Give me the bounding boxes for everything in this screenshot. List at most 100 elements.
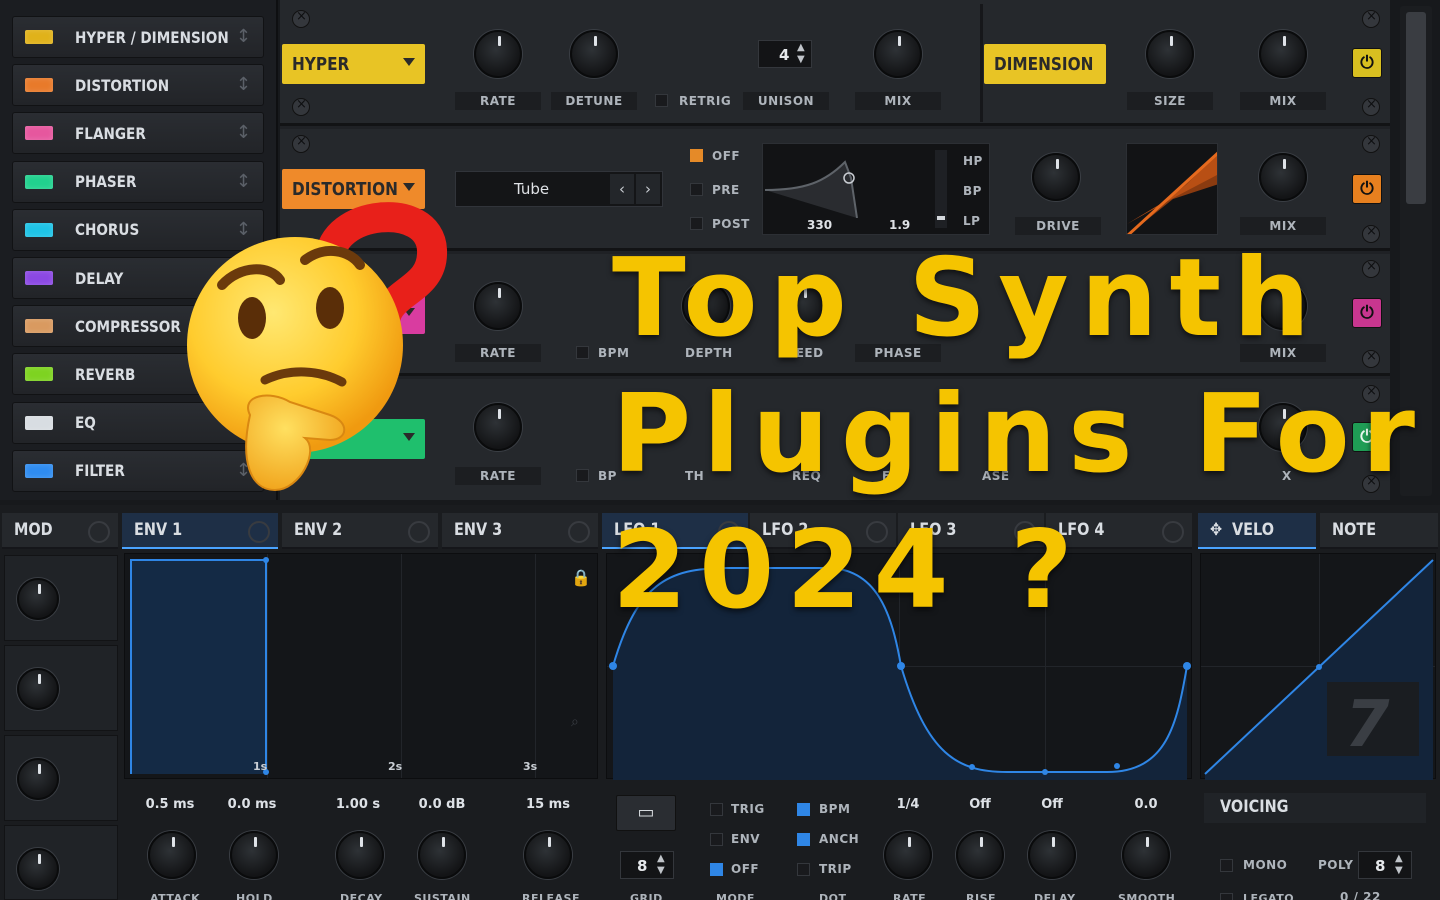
tab-env3[interactable]: ENV 3 xyxy=(442,513,598,549)
stepper-arrows-icon[interactable]: ▲ ▼ xyxy=(797,42,805,66)
mod-knob[interactable] xyxy=(17,848,59,890)
unison-stepper[interactable]: 4 ▲ ▼ xyxy=(758,40,812,68)
flanger-bpm-checkbox[interactable] xyxy=(576,346,589,359)
envelope-graph[interactable]: 1s 2s 3s 🔒 ⌕ xyxy=(124,553,598,779)
panel-close-icon[interactable] xyxy=(1362,97,1380,116)
fx-color-swatch xyxy=(25,78,53,93)
tab-note[interactable]: NOTE xyxy=(1320,513,1438,549)
tab-mod[interactable]: MOD xyxy=(2,513,118,549)
tab-knob-icon xyxy=(568,521,590,543)
fx-list-item[interactable]: FLANGER ↕ xyxy=(12,112,264,155)
flanger-power-icon[interactable]: ⏻ xyxy=(1352,298,1382,328)
phaser-rate-knob[interactable] xyxy=(474,403,522,451)
panel-close-icon[interactable] xyxy=(292,9,310,28)
drag-handle-icon[interactable]: ↕ xyxy=(236,26,251,47)
bpm-checkbox[interactable] xyxy=(797,803,810,816)
chevron-left-icon[interactable]: ‹ xyxy=(610,174,634,204)
time-marker-3s: 3s xyxy=(523,760,538,773)
sustain-value: 0.0 dB xyxy=(418,797,466,812)
env-checkbox[interactable] xyxy=(710,833,723,846)
legato-checkbox[interactable] xyxy=(1220,893,1233,900)
distortion-type-selector[interactable]: Tube ‹ › xyxy=(455,171,663,207)
drag-handle-icon[interactable]: ↕ xyxy=(236,74,251,95)
zoom-icon[interactable]: ⌕ xyxy=(571,714,579,730)
drag-handle-icon[interactable]: ↕ xyxy=(236,171,251,192)
hyper-mix-knob[interactable] xyxy=(874,30,922,78)
off-checkbox[interactable] xyxy=(710,863,723,876)
release-knob[interactable] xyxy=(524,831,572,879)
lfo-delay-knob[interactable] xyxy=(1028,831,1076,879)
mod-slot[interactable] xyxy=(4,825,118,900)
panel-close-icon[interactable] xyxy=(1362,134,1380,153)
tab-env1[interactable]: ENV 1 xyxy=(122,513,278,549)
mod-slot[interactable] xyxy=(4,645,118,731)
drag-handle-icon[interactable]: ↕ xyxy=(236,122,251,143)
poly-stepper[interactable]: 8 ▲ ▼ xyxy=(1358,851,1412,879)
fx-color-swatch xyxy=(25,222,53,237)
distortion-power-icon[interactable]: ⏻ xyxy=(1352,174,1382,204)
lfo-rise-knob[interactable] xyxy=(956,831,1004,879)
lock-icon[interactable]: 🔒 xyxy=(571,568,591,587)
hyper-power-icon[interactable]: ⏻ xyxy=(1352,48,1382,78)
sustain-knob[interactable] xyxy=(418,831,466,879)
dimension-mix-knob[interactable] xyxy=(1259,30,1307,78)
distortion-filter-graph[interactable]: 330 1.9 HP BP LP xyxy=(762,143,990,235)
fx-list-item[interactable]: DISTORTION ↕ xyxy=(12,64,264,107)
hyper-detune-knob[interactable] xyxy=(570,30,618,78)
lfo-rate-knob[interactable] xyxy=(884,831,932,879)
tab-velo[interactable]: ✥ VELO xyxy=(1198,513,1316,549)
flanger-rate-knob[interactable] xyxy=(474,282,522,330)
filter-off-checkbox[interactable] xyxy=(690,149,703,162)
hold-label: HOLD xyxy=(236,892,273,900)
trig-checkbox[interactable] xyxy=(710,803,723,816)
mod-slot[interactable] xyxy=(4,735,118,821)
tab-env2[interactable]: ENV 2 xyxy=(282,513,438,549)
panel-close-icon[interactable] xyxy=(1362,349,1380,368)
tab-knob-icon xyxy=(88,521,110,543)
retrig-label: RETRIG xyxy=(679,94,732,108)
anch-checkbox[interactable] xyxy=(797,833,810,846)
hyper-rate-knob[interactable] xyxy=(474,30,522,78)
mod-slot[interactable] xyxy=(4,555,118,641)
distortion-mix-label: MIX xyxy=(1240,217,1326,235)
mono-checkbox[interactable] xyxy=(1220,859,1233,872)
stepper-arrows-icon[interactable]: ▲ ▼ xyxy=(1395,853,1403,877)
distortion-drive-knob[interactable] xyxy=(1032,153,1080,201)
lfo-smooth-knob[interactable] xyxy=(1122,831,1170,879)
hold-knob[interactable] xyxy=(230,831,278,879)
fx-list-label: COMPRESSOR xyxy=(75,316,181,336)
env-label: ENV xyxy=(731,832,761,846)
mod-knob[interactable] xyxy=(17,578,59,620)
retrig-checkbox[interactable] xyxy=(655,94,668,107)
waveshape-graph xyxy=(1127,151,1217,234)
filter-pre-checkbox[interactable] xyxy=(690,183,703,196)
folder-icon[interactable]: ▭ xyxy=(616,795,676,831)
grid-stepper[interactable]: 8 ▲ ▼ xyxy=(620,851,674,879)
hyper-select-button[interactable]: HYPER xyxy=(282,44,425,84)
dimension-select-button[interactable]: DIMENSION xyxy=(984,44,1106,84)
fx-color-swatch xyxy=(25,415,53,430)
trip-checkbox[interactable] xyxy=(797,863,810,876)
dimension-size-knob[interactable] xyxy=(1146,30,1194,78)
distortion-mix-knob[interactable] xyxy=(1259,153,1307,201)
panel-close-icon[interactable] xyxy=(1362,259,1380,278)
panel-close-icon[interactable] xyxy=(1362,224,1380,243)
decay-knob[interactable] xyxy=(336,831,384,879)
fx-list-item[interactable]: HYPER / DIMENSION ↕ xyxy=(12,16,264,58)
stepper-arrows-icon[interactable]: ▲ ▼ xyxy=(657,853,665,877)
attack-knob[interactable] xyxy=(148,831,196,879)
fx-color-swatch xyxy=(25,463,53,478)
filter-type-slider[interactable] xyxy=(935,150,947,228)
panel-close-icon[interactable] xyxy=(292,134,310,153)
grid-value: 8 xyxy=(637,857,648,875)
panel-close-icon[interactable] xyxy=(292,97,310,116)
filter-post-checkbox[interactable] xyxy=(690,217,703,230)
phaser-bpm-checkbox[interactable] xyxy=(576,469,589,482)
scrollbar-thumb[interactable] xyxy=(1406,12,1426,204)
panel-close-icon[interactable] xyxy=(1362,9,1380,28)
mod-knob[interactable] xyxy=(17,668,59,710)
velocity-graph[interactable]: 7 xyxy=(1200,553,1436,780)
time-marker-2s: 2s xyxy=(388,760,403,773)
chevron-right-icon[interactable]: › xyxy=(636,174,660,204)
mod-knob[interactable] xyxy=(17,758,59,800)
